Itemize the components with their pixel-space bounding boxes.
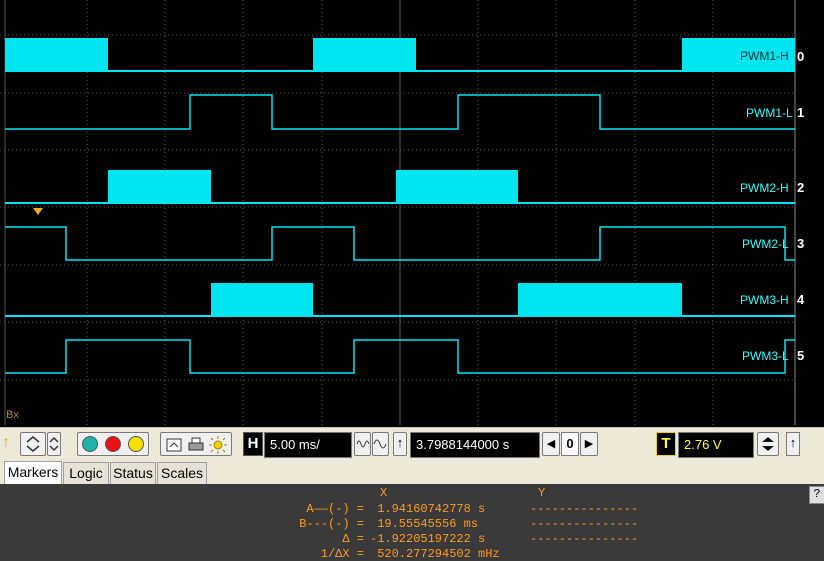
channel-number-4: 4	[797, 292, 805, 307]
timebase-coarse-button[interactable]	[372, 432, 389, 456]
run-controls	[77, 432, 149, 456]
trigger-level-stepper[interactable]	[757, 432, 779, 456]
stop-button[interactable]	[105, 436, 121, 452]
channel-name: PWM2-L	[742, 237, 789, 251]
single-button[interactable]	[128, 436, 144, 452]
column-header-x: X	[380, 486, 388, 500]
channel-label-3[interactable]: PWM2-L	[740, 236, 791, 252]
control-toolbar: ↑ H 5.00 ms/ ↑ 3.7988144000 s ◀ 0 ▶ T 2.…	[0, 427, 824, 460]
channel-name: PWM3-H	[740, 293, 789, 307]
delta-y-value: ---------------	[530, 532, 639, 546]
triangle-updown-icon	[762, 437, 774, 451]
help-button[interactable]: ?	[809, 486, 824, 504]
screenshot-icon[interactable]	[164, 435, 184, 455]
brightness-icon[interactable]	[208, 435, 228, 455]
channel-label-4[interactable]: PWM3-H	[738, 292, 791, 308]
trace-pulse-4	[518, 283, 682, 316]
timebase-display[interactable]: 5.00 ms/	[264, 432, 352, 458]
timebase-fine-button[interactable]	[354, 432, 371, 456]
tool-buttons	[160, 432, 232, 456]
tab-scales[interactable]: Scales	[157, 462, 207, 484]
channel-number-2: 2	[797, 180, 805, 195]
channel-number-3: 3	[797, 236, 805, 251]
auto-button[interactable]	[82, 436, 98, 452]
waveform-coarse-icon	[373, 439, 387, 449]
channel-number-5: 5	[797, 348, 805, 363]
marker-a-x-value[interactable]: 1.94160742778 s	[370, 502, 485, 516]
delta-x-value: -1.92205197222 s	[370, 532, 486, 546]
tab-status[interactable]: Status	[110, 462, 156, 484]
waveform-canvas[interactable]	[0, 0, 824, 425]
trace-pulse-2	[396, 170, 518, 203]
channel-name: PWM1-L	[746, 106, 793, 120]
column-header-y: Y	[538, 486, 546, 500]
vertical-position-stepper[interactable]	[47, 432, 61, 456]
trigger-label: T	[656, 432, 676, 456]
cursor-time-display[interactable]: 3.7988144000 s	[410, 432, 540, 458]
marker-a-label: A——(-) =	[306, 502, 364, 516]
corner-label: Bx	[6, 409, 19, 421]
channel-name: PWM3-L	[742, 349, 789, 363]
double-chevron-icon	[26, 436, 40, 452]
marker-b-x-value[interactable]: 19.55545556 ms	[370, 517, 478, 531]
inverse-delta-label: 1/ΔX =	[320, 547, 364, 561]
channel-number-0: 0	[797, 49, 805, 64]
trigger-level-display[interactable]: 2.76 V	[678, 432, 754, 458]
inverse-delta-value: 520.277294502 mHz	[370, 547, 500, 561]
step-right-button[interactable]: ▶	[580, 432, 598, 456]
channel-name: PWM2-H	[740, 181, 789, 195]
trace-pulse-0	[5, 38, 108, 71]
trigger-edge-button[interactable]: ↑	[786, 432, 800, 456]
marker-b-y-value: ---------------	[530, 517, 639, 531]
markers-panel: X Y ? A——(-) = 1.94160742778 s ---------…	[0, 484, 824, 561]
trace-pulse-4	[211, 283, 313, 316]
channel-label-5[interactable]: PWM3-L	[740, 348, 791, 364]
horizontal-label: H	[243, 432, 263, 456]
trigger-marker-icon	[33, 208, 43, 215]
delta-label: Δ =	[342, 532, 364, 546]
trigger-position-button[interactable]: ↑	[393, 432, 407, 456]
waveform-display[interactable]: Bx PWM1-H 0 PWM1-L 1 PWM2-H 2 PWM2-L 3 P…	[0, 0, 824, 425]
channel-number-1: 1	[797, 105, 805, 120]
waveform-fine-icon	[356, 440, 370, 448]
vertical-scale-stepper[interactable]	[20, 432, 46, 456]
channel-label-2[interactable]: PWM2-H	[738, 180, 791, 196]
tab-logic[interactable]: Logic	[63, 462, 109, 484]
channel-label-0[interactable]: PWM1-H	[738, 48, 791, 64]
trace-pulse-0	[313, 38, 416, 71]
marker-b-label: B---(-) =	[299, 517, 364, 531]
marker-a-y-value: ---------------	[530, 502, 639, 516]
panel-tabs: Markers Logic Status Scales	[0, 460, 824, 484]
step-value[interactable]: 0	[561, 432, 579, 456]
arrow-up-icon[interactable]: ↑	[2, 433, 16, 455]
chevron-updown-icon	[49, 436, 59, 452]
trace-pulse-2	[108, 170, 211, 203]
tab-markers[interactable]: Markers	[4, 461, 62, 484]
step-left-button[interactable]: ◀	[542, 432, 560, 456]
print-icon[interactable]	[186, 435, 206, 455]
channel-label-1[interactable]: PWM1-L	[744, 105, 795, 121]
channel-name: PWM1-H	[740, 49, 789, 63]
